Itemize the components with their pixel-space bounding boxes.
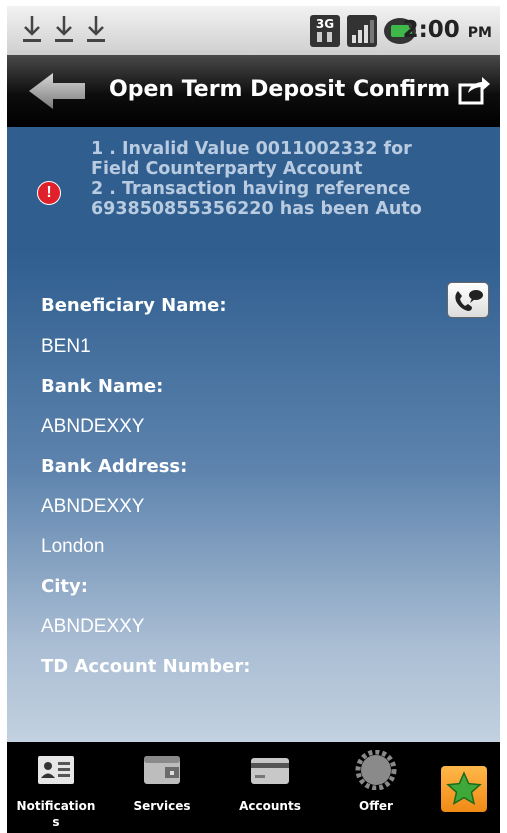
share-icon[interactable] [456, 73, 492, 109]
nav-label: Services [133, 799, 191, 813]
bank-address-line2: London [41, 536, 105, 557]
nav-label: Offer [359, 799, 393, 813]
error-line: Field Counterparty Account [91, 159, 363, 179]
status-time: 2:00 PM [403, 17, 492, 43]
details-panel: Beneficiary Name: BEN1 Bank Name: ABNDEX… [7, 250, 500, 742]
page-title: Open Term Deposit Confirm [109, 77, 450, 102]
gear-icon [355, 750, 397, 790]
wallet-icon [144, 756, 180, 784]
beneficiary-name-label: Beneficiary Name: [41, 295, 227, 316]
star-icon [446, 771, 482, 806]
error-text: 1 . Invalid Value 0011002332 for Field C… [91, 139, 491, 219]
back-arrow-icon[interactable] [27, 71, 87, 111]
error-line: 1 . Invalid Value 0011002332 for [91, 139, 412, 159]
error-message-panel: ! 1 . Invalid Value 0011002332 for Field… [7, 127, 500, 250]
nav-label: Accounts [239, 799, 301, 813]
signal-icon [347, 15, 377, 47]
download-icon [87, 16, 105, 42]
3g-icon: 3G [310, 15, 340, 47]
nav-label-line: Notification [16, 799, 96, 813]
city-label: City: [41, 576, 88, 597]
nav-item-services[interactable]: Services [117, 742, 207, 833]
call-support-button[interactable] [447, 282, 489, 318]
city-value: ABNDEXXY [41, 616, 145, 637]
bank-address-line1: ABNDEXXY [41, 496, 145, 517]
card-icon [251, 758, 289, 784]
bank-name-value: ABNDEXXY [41, 416, 145, 437]
nav-label-line: s [52, 815, 60, 829]
status-time-value: 2:00 [402, 17, 460, 43]
nav-item-notifications[interactable]: Notification s [11, 742, 101, 833]
bank-address-label: Bank Address: [41, 456, 188, 477]
status-bar: 3G 2:00 PM [7, 6, 500, 56]
td-account-number-label: TD Account Number: [41, 656, 251, 677]
nav-label: Notification s [11, 798, 101, 830]
app-header: Open Term Deposit Confirm [7, 55, 500, 127]
phone-screen: 3G 2:00 PM Open Term Deposit Confirm ! 1… [7, 6, 500, 833]
error-icon: ! [37, 181, 61, 205]
call-support-icon [455, 290, 483, 311]
bottom-navigation: Notification s Services Accounts Offer [7, 742, 500, 833]
download-icon [23, 16, 41, 42]
error-line: 2 . Transaction having reference [91, 179, 411, 199]
download-icon [55, 16, 73, 42]
nav-item-accounts[interactable]: Accounts [225, 742, 315, 833]
contact-card-icon [38, 756, 74, 784]
beneficiary-name-value: BEN1 [41, 336, 91, 357]
error-line: 693850855356220 has been Auto [91, 199, 422, 219]
status-time-suffix: PM [467, 25, 492, 41]
svg-text:3G: 3G [316, 17, 334, 31]
favorite-button[interactable] [441, 766, 487, 812]
nav-item-offer[interactable]: Offer [331, 742, 421, 833]
bank-name-label: Bank Name: [41, 376, 164, 397]
